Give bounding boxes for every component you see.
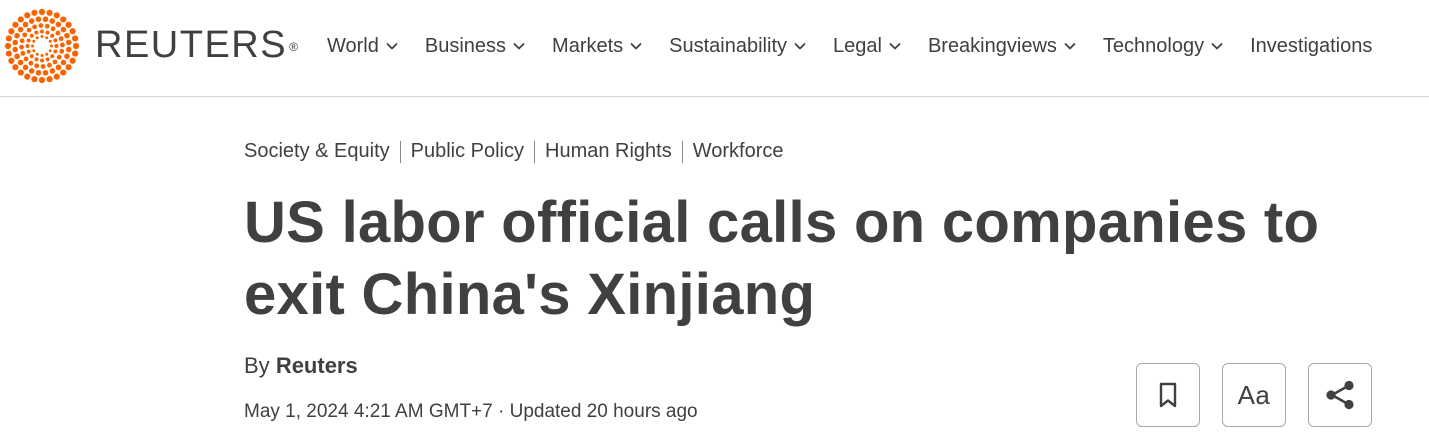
nav-item-sustainability[interactable]: Sustainability [669, 33, 807, 59]
chevron-down-icon [386, 42, 398, 50]
nav-item-label: Business [424, 35, 507, 57]
nav-item-business[interactable]: Business [425, 33, 526, 59]
chevron-down-icon [889, 42, 901, 50]
nav-item-label: World [327, 35, 379, 57]
article-headline: US labor official calls on companies to … [244, 190, 1320, 327]
topic-link-human-rights[interactable]: Human Rights [545, 140, 672, 163]
bookmark-button[interactable] [1136, 363, 1200, 427]
nav-item-breakingviews[interactable]: Breakingviews [928, 33, 1077, 59]
topic-link-public-policy[interactable]: Public Policy [411, 140, 524, 163]
reuters-logo[interactable] [2, 9, 82, 83]
byline-prefix: By [244, 353, 270, 378]
topic-divider [534, 140, 536, 163]
nav-item-markets[interactable]: Markets [552, 33, 643, 59]
chevron-down-icon [794, 42, 806, 50]
nav-item-label: Technology [1102, 35, 1205, 57]
bookmark-icon [1159, 382, 1177, 408]
topic-divider [681, 140, 683, 163]
reuters-wordmark[interactable]: REUTERS ® [95, 25, 298, 65]
topic-link-society-equity[interactable]: Society & Equity [244, 140, 390, 163]
share-button[interactable] [1308, 363, 1372, 427]
nav-item-legal[interactable]: Legal [833, 33, 902, 59]
chevron-down-icon [1064, 42, 1076, 50]
nav-item-label: Legal [833, 35, 882, 57]
site-header: REUTERS ® World Business Markets Sustaina… [0, 0, 1429, 97]
nav-item-world[interactable]: World [327, 33, 399, 59]
text-size-label: Aa [1237, 379, 1271, 410]
nav-item-investigations[interactable]: Investigations [1250, 33, 1372, 59]
share-icon [1326, 380, 1354, 410]
topic-breadcrumb: Society & Equity Public Policy Human Rig… [244, 140, 784, 163]
byline: By Reuters [244, 353, 358, 379]
chevron-down-icon [1211, 42, 1223, 50]
topic-link-workforce[interactable]: Workforce [693, 140, 784, 163]
chevron-down-icon [513, 42, 525, 50]
topic-divider [399, 140, 401, 163]
text-size-button[interactable]: Aa [1222, 363, 1286, 427]
nav-item-technology[interactable]: Technology [1103, 33, 1224, 59]
author-link[interactable]: Reuters [276, 353, 358, 378]
nav-item-label: Breakingviews [927, 35, 1057, 57]
article-dateline: May 1, 2024 4:21 AM GMT+7 · Updated 20 h… [244, 401, 698, 422]
article-tools: Aa [1136, 363, 1372, 427]
logo-dots-icon [4, 9, 80, 83]
nav-item-label: Investigations [1250, 35, 1373, 57]
chevron-down-icon [630, 42, 642, 50]
nav-item-label: Sustainability [669, 35, 787, 57]
main-nav: World Business Markets Sustainability Le… [327, 33, 1398, 59]
nav-item-label: Markets [552, 35, 624, 57]
